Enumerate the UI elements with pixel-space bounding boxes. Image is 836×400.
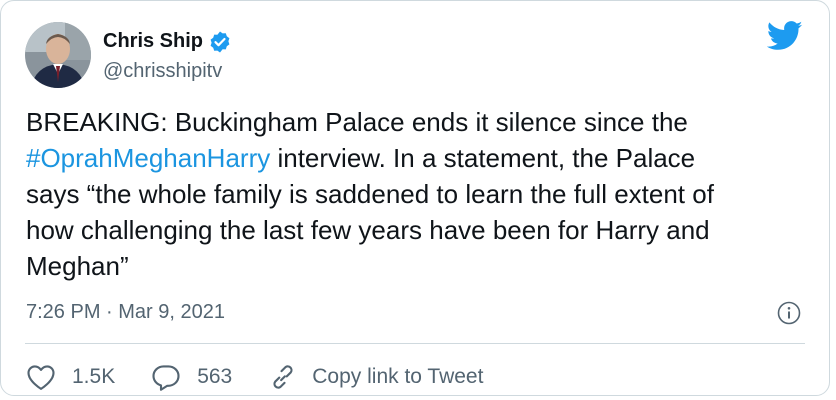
verified-badge-icon — [208, 30, 232, 54]
tweet-card[interactable]: Chris Ship @chrisshipitv BREAKING: Bucki… — [0, 0, 830, 396]
link-icon — [268, 363, 298, 391]
copy-link-button[interactable]: Copy link to Tweet — [268, 363, 483, 391]
twitter-bird-icon[interactable] — [766, 21, 803, 51]
heart-icon — [26, 363, 56, 391]
like-button[interactable]: 1.5K — [26, 363, 115, 391]
reply-count: 563 — [197, 365, 233, 388]
action-bar: 1.5K 563 Copy link to Tweet — [26, 363, 519, 391]
like-count: 1.5K — [72, 365, 116, 388]
tweet-timestamp[interactable]: 7:26 PM · Mar 9, 2021 — [26, 301, 225, 324]
tweet-text: BREAKING: Buckingham Palace ends it sile… — [26, 104, 806, 284]
hashtag-link[interactable]: #OprahMeghanHarry — [26, 143, 270, 173]
author-handle[interactable]: @chrisshipitv — [103, 60, 232, 83]
reply-bubble-icon — [151, 363, 181, 391]
name-row: Chris Ship — [103, 28, 232, 56]
copy-link-label: Copy link to Tweet — [312, 365, 484, 388]
avatar[interactable] — [25, 22, 91, 88]
tweet-text-before: BREAKING: Buckingham Palace ends it sile… — [26, 107, 688, 137]
divider — [25, 343, 805, 344]
author-names: Chris Ship @chrisshipitv — [103, 28, 232, 83]
info-icon[interactable] — [777, 301, 801, 325]
reply-button[interactable]: 563 — [151, 363, 232, 391]
display-name[interactable]: Chris Ship — [103, 30, 203, 53]
tweet-header: Chris Ship @chrisshipitv — [25, 20, 232, 90]
